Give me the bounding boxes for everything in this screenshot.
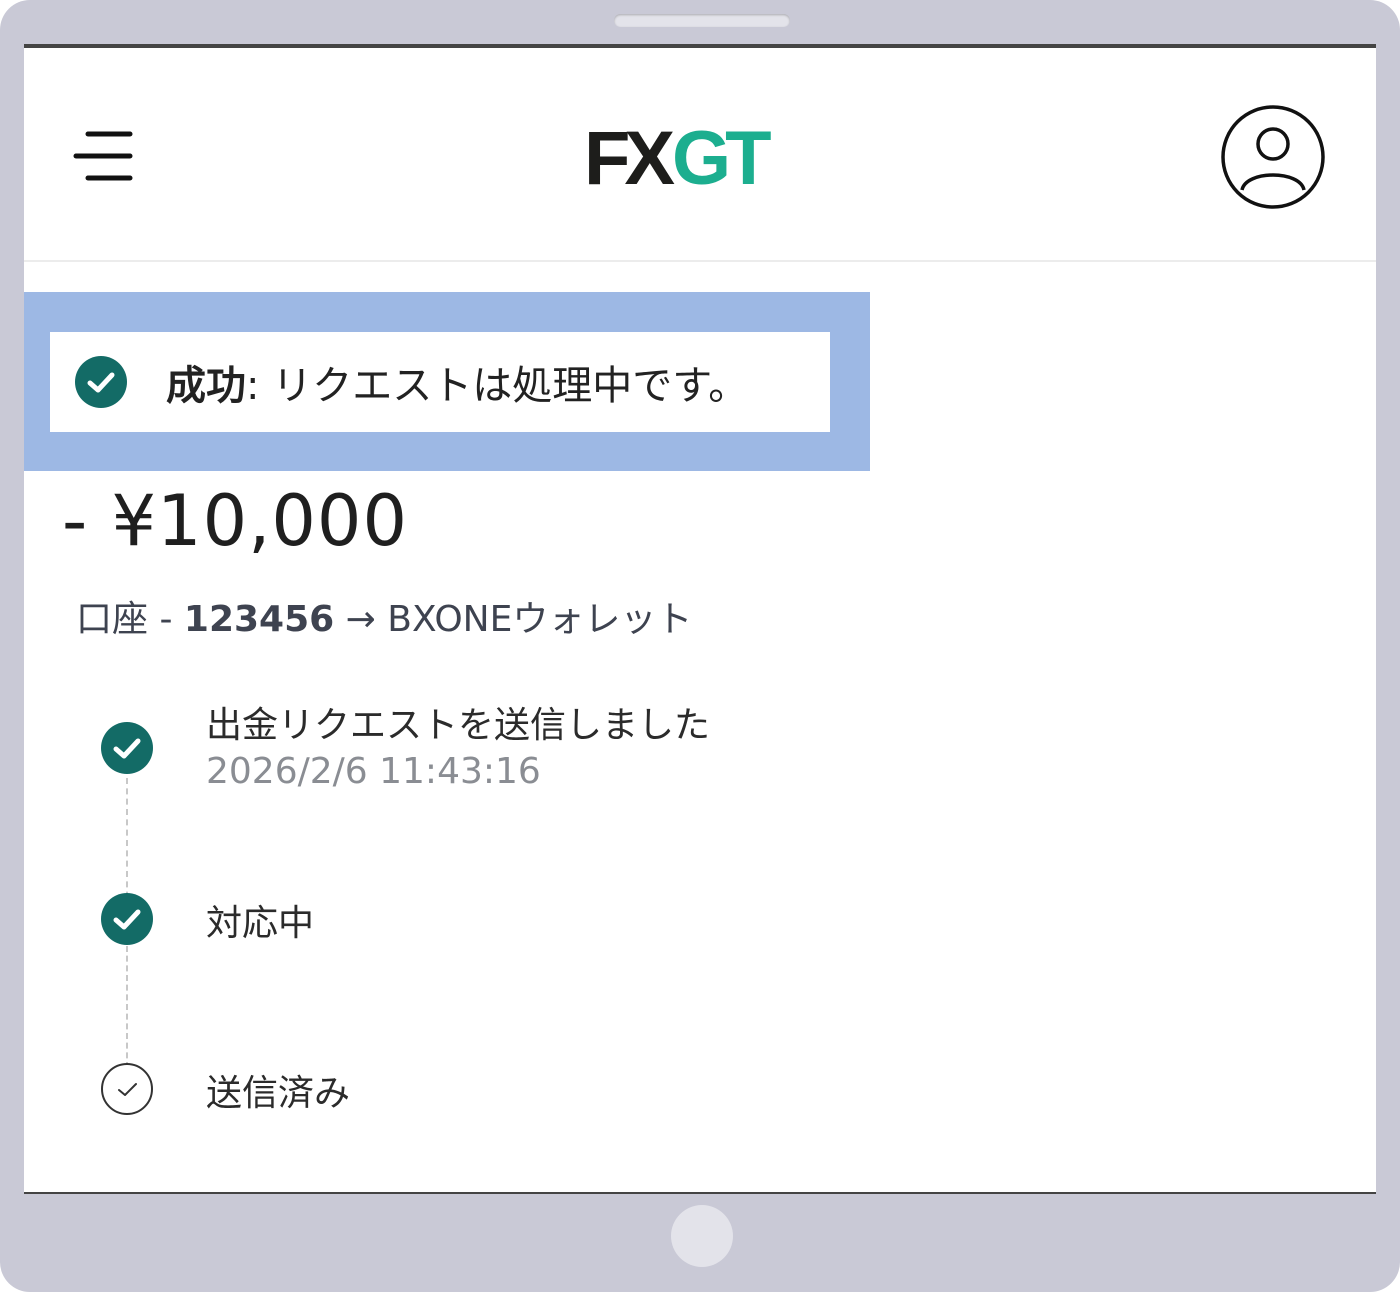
user-profile-icon[interactable]: [1220, 104, 1326, 210]
step-pending-check-icon: [101, 1063, 153, 1115]
app-header: FX GT: [24, 48, 1376, 262]
timeline-step-title: 送信済み: [206, 1073, 351, 1114]
from-account-label: 口座 -: [76, 599, 173, 640]
check-circle-icon: [75, 356, 127, 408]
device-speaker: [614, 14, 790, 27]
account-number: 123456: [183, 599, 335, 640]
timeline-connector: [126, 778, 128, 908]
timeline-step-timestamp: 2026/2/6 11:43:16: [206, 751, 541, 792]
timeline-connector: [126, 946, 128, 1068]
tablet-frame: FX GT 成功: リクエストは処理中です。 - ¥10,000 口座 - 12…: [0, 0, 1400, 1292]
banner-status-label: 成功: [166, 363, 246, 409]
logo-text-fx: FX: [584, 124, 675, 190]
transaction-amount: - ¥10,000: [62, 480, 408, 562]
timeline-step-title: 出金リクエストを送信しました: [206, 705, 711, 746]
banner-message: 成功: リクエストは処理中です。: [166, 353, 748, 411]
device-home-button[interactable]: [671, 1205, 733, 1267]
success-banner: 成功: リクエストは処理中です。: [50, 332, 830, 432]
banner-message-text: : リクエストは処理中です。: [246, 363, 749, 409]
timeline-step-title: 対応中: [206, 903, 315, 944]
destination-wallet: BXONEウォレット: [387, 599, 693, 640]
transfer-route: 口座 - 123456 → BXONEウォレット: [76, 590, 692, 642]
logo-text-gt: GT: [672, 124, 771, 190]
app-screen: FX GT 成功: リクエストは処理中です。 - ¥10,000 口座 - 12…: [24, 44, 1376, 1194]
fxgt-logo[interactable]: FX GT: [584, 124, 774, 190]
step-completed-check-icon: [101, 893, 153, 945]
menu-icon[interactable]: [72, 128, 136, 184]
arrow-right-icon: →: [345, 599, 376, 640]
step-completed-check-icon: [101, 722, 153, 774]
